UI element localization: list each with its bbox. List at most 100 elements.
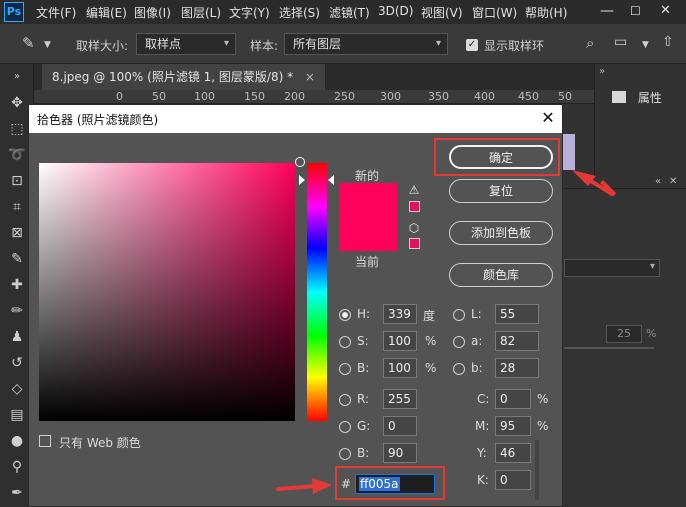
density-input[interactable]: 25 <box>606 325 642 343</box>
magenta-input[interactable]: 95 <box>495 416 531 436</box>
cyan-input[interactable]: 0 <box>495 389 531 409</box>
blue-input[interactable]: 90 <box>383 443 417 463</box>
pen-tool-icon[interactable]: ✒ <box>8 484 26 502</box>
menu-layer[interactable]: 图层(L) <box>181 4 221 21</box>
web-colors-only-label: 只有 Web 颜色 <box>59 436 141 450</box>
healing-brush-tool-icon[interactable]: ✚ <box>8 276 26 294</box>
brush-tool-icon[interactable]: ✏ <box>8 302 26 320</box>
marquee-tool-icon[interactable]: ⬚ <box>8 120 26 138</box>
yellow-label: Y: <box>477 446 487 460</box>
yellow-input[interactable]: 46 <box>495 443 531 463</box>
photoshop-logo: Ps <box>4 2 24 22</box>
color-marker[interactable] <box>295 157 305 167</box>
lab-a-input[interactable]: 82 <box>495 331 539 351</box>
eraser-tool-icon[interactable]: ◇ <box>8 380 26 398</box>
menu-help[interactable]: 帮助(H) <box>525 4 567 21</box>
gamut-color-swatch[interactable] <box>409 201 420 212</box>
current-color-swatch[interactable] <box>339 217 397 251</box>
panel-close-icon[interactable]: ✕ <box>669 176 677 187</box>
close-window-icon[interactable]: ✕ <box>660 3 671 18</box>
sample-size-value: 取样点 <box>145 37 182 51</box>
lasso-tool-icon[interactable]: ➰ <box>8 146 26 164</box>
menu-window[interactable]: 窗口(W) <box>472 4 517 21</box>
properties-tab[interactable]: 属性 <box>612 86 686 110</box>
search-icon[interactable]: ⌕ <box>586 34 594 52</box>
scroll-strip <box>535 440 539 500</box>
lab-l-input[interactable]: 55 <box>495 304 539 324</box>
color-libraries-button[interactable]: 颜色库 <box>449 263 553 287</box>
menu-select[interactable]: 选择(S) <box>279 4 320 21</box>
close-icon[interactable]: ✕ <box>539 109 557 127</box>
blue-radio[interactable] <box>339 448 351 460</box>
reset-button[interactable]: 复位 <box>449 179 553 203</box>
sample-size-select[interactable]: 取样点 ▾ <box>136 33 236 55</box>
green-radio[interactable] <box>339 421 351 433</box>
ruler-tick: 100 <box>194 90 215 103</box>
panel-collapse-icon[interactable]: » <box>599 66 605 77</box>
quick-selection-tool-icon[interactable]: ⊡ <box>8 172 26 190</box>
workspace-icon[interactable]: ▭ <box>614 34 627 50</box>
black-input[interactable]: 0 <box>495 470 531 490</box>
options-bar: ✎ ▼ 取样大小: 取样点 ▾ 样本: 所有图层 ▾ ✓ 显示取样环 ⌕ ▭ ▼… <box>0 24 686 64</box>
hue-input[interactable]: 339 <box>383 304 417 324</box>
density-slider-track[interactable] <box>564 347 654 349</box>
workspace-chevron-icon[interactable]: ▼ <box>642 40 649 50</box>
tool-preset-chevron-icon[interactable]: ▼ <box>44 40 51 50</box>
hue-radio[interactable] <box>339 309 351 321</box>
hue-label: H: <box>357 307 371 321</box>
web-colors-only-checkbox[interactable] <box>39 435 51 447</box>
crop-tool-icon[interactable]: ⌗ <box>8 198 26 216</box>
hue-slider-handle-left[interactable] <box>299 175 305 185</box>
brightness-input[interactable]: 100 <box>383 358 417 378</box>
menu-type[interactable]: 文字(Y) <box>229 4 270 21</box>
brightness-radio[interactable] <box>339 363 351 375</box>
panel-collapse-icon[interactable]: « <box>655 176 661 187</box>
document-tab[interactable]: 8.jpeg @ 100% (照片滤镜 1, 图层蒙版/8) * × <box>42 64 325 90</box>
dialog-titlebar[interactable]: 拾色器 (照片滤镜颜色) ✕ <box>29 105 562 133</box>
dodge-tool-icon[interactable]: ⚲ <box>8 458 26 476</box>
web-safe-cube-icon[interactable]: ⬡ <box>407 221 421 235</box>
hue-slider-handle-right[interactable] <box>328 175 334 185</box>
blur-tool-icon[interactable]: ● <box>8 432 26 450</box>
menu-filter[interactable]: 滤镜(T) <box>329 4 370 21</box>
menu-3d[interactable]: 3D(D) <box>378 4 413 18</box>
red-radio[interactable] <box>339 394 351 406</box>
move-tool-icon[interactable]: ✥ <box>8 94 26 112</box>
menubar: Ps 文件(F) 编辑(E) 图像(I) 图层(L) 文字(Y) 选择(S) 滤… <box>0 0 686 24</box>
filter-dropdown[interactable]: ▾ <box>564 259 660 277</box>
eyedropper-tool-icon[interactable]: ✎ <box>22 34 35 52</box>
show-sampling-ring-checkbox[interactable]: ✓ <box>466 39 478 51</box>
sample-select[interactable]: 所有图层 ▾ <box>284 33 448 55</box>
lab-b-input[interactable]: 28 <box>495 358 539 378</box>
minimize-icon[interactable]: — <box>600 3 614 19</box>
web-safe-color-swatch[interactable] <box>409 238 420 249</box>
canvas-image-edge <box>563 134 575 170</box>
hue-slider[interactable] <box>307 163 327 421</box>
dialog-title: 拾色器 (照片滤镜颜色) <box>37 113 159 127</box>
eyedropper-tool-icon[interactable]: ✎ <box>8 250 26 268</box>
history-brush-tool-icon[interactable]: ↺ <box>8 354 26 372</box>
saturation-brightness-field[interactable] <box>39 157 305 421</box>
toolbar-collapse-icon[interactable]: » <box>8 68 26 86</box>
stamp-tool-icon[interactable]: ♟ <box>8 328 26 346</box>
red-input[interactable]: 255 <box>383 389 417 409</box>
lab-a-radio[interactable] <box>453 336 465 348</box>
share-icon[interactable]: ⇧ <box>662 34 674 50</box>
add-to-swatches-button[interactable]: 添加到色板 <box>449 221 553 245</box>
gradient-tool-icon[interactable]: ▤ <box>8 406 26 424</box>
menu-file[interactable]: 文件(F) <box>36 4 76 21</box>
green-input[interactable]: 0 <box>383 416 417 436</box>
menu-edit[interactable]: 编辑(E) <box>86 4 127 21</box>
lab-l-radio[interactable] <box>453 309 465 321</box>
sample-value: 所有图层 <box>293 37 342 51</box>
menu-view[interactable]: 视图(V) <box>421 4 463 21</box>
menu-image[interactable]: 图像(I) <box>134 4 171 21</box>
frame-tool-icon[interactable]: ⊠ <box>8 224 26 242</box>
saturation-radio[interactable] <box>339 336 351 348</box>
cyan-label: C: <box>477 392 490 406</box>
saturation-input[interactable]: 100 <box>383 331 417 351</box>
close-tab-icon[interactable]: × <box>305 70 315 84</box>
out-of-gamut-warning-icon[interactable]: ⚠ <box>407 183 421 197</box>
lab-b-radio[interactable] <box>453 363 465 375</box>
maximize-icon[interactable]: ☐ <box>630 4 641 18</box>
